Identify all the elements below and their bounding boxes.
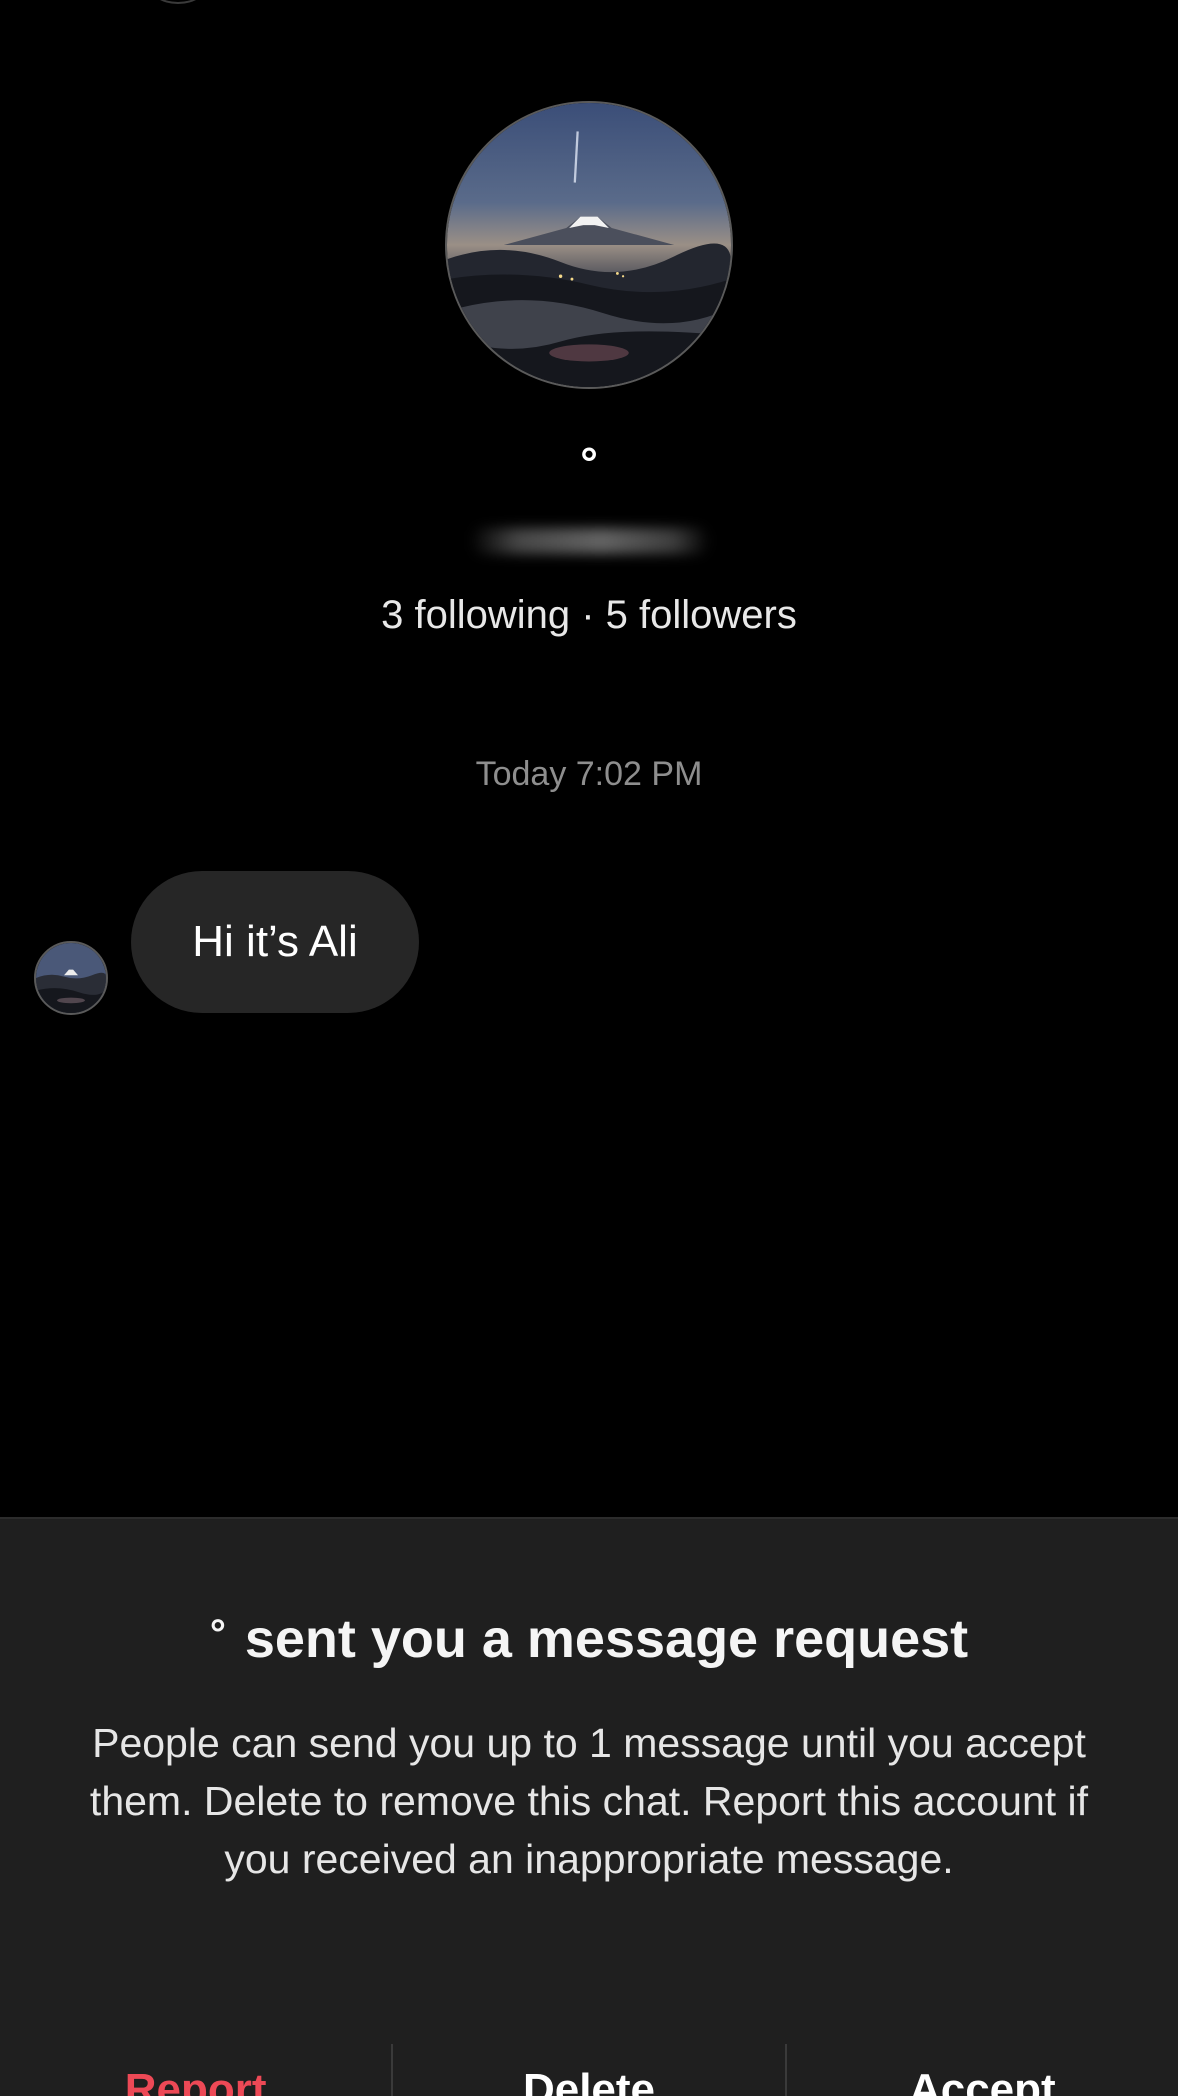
request-title: ° sent you a message request <box>0 1603 1178 1670</box>
request-description: People can send you up to 1 message unti… <box>89 1720 1089 1882</box>
accept-button[interactable]: Accept <box>787 2044 1178 2096</box>
delete-button[interactable]: Delete <box>393 2044 784 2096</box>
request-title-text: sent you a message request <box>244 1609 969 1669</box>
request-actions: Report Delete Accept <box>0 2044 1178 2096</box>
report-button[interactable]: Report <box>0 2044 391 2096</box>
message-request-screen: ° 3 following · 5 followers Today 7:02 P… <box>0 0 1178 2096</box>
follow-stats: 3 following · 5 followers <box>381 593 797 637</box>
message-bubble[interactable]: Hi it’s Ali <box>131 871 419 1013</box>
message-timestamp: Today 7:02 PM <box>475 755 703 793</box>
sender-avatar[interactable] <box>34 941 108 1015</box>
message-request-panel: ° sent you a message request People can … <box>0 1517 1178 2096</box>
sender-name: ° <box>209 1612 226 1656</box>
profile-name: ° <box>580 439 598 488</box>
header-avatar[interactable] <box>148 0 208 4</box>
profile-avatar[interactable] <box>445 101 733 389</box>
username-redacted <box>470 528 710 554</box>
